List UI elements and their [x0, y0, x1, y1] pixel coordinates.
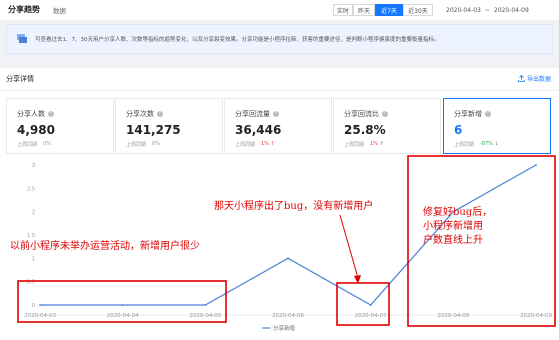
data-point [204, 304, 207, 306]
data-point [39, 304, 41, 306]
x-tick-label: 2020-04-05 [189, 313, 221, 319]
legend-label: 分享新增 [273, 324, 295, 332]
x-tick-label: 2020-04-03 [24, 313, 56, 319]
data-point [287, 257, 289, 260]
y-tick-label: 0 [32, 303, 35, 309]
share-new-users-chart: 00.511.522.532020-04-03 2020-04-04 2020-04… [17, 155, 556, 332]
annotation-right-line: 小程序新增用 [423, 221, 483, 232]
x-tick-label: 2020-04-06 [272, 313, 304, 319]
y-tick-label: 1.5 [27, 233, 35, 239]
y-tick-label: 1 [32, 256, 35, 262]
y-tick-label: 2.5 [27, 186, 35, 192]
data-point [535, 164, 537, 166]
annotation-left: 以前小程序未举办运营活动，新增用户很少 [10, 241, 200, 252]
x-tick-label: 2020-04-07 [355, 313, 387, 319]
data-point [121, 304, 124, 306]
annotation-arrow-line [339, 214, 359, 279]
x-tick-label: 2020-04-04 [107, 313, 139, 319]
annotation-middle: 那天小程序出了bug，没有新增用户 [214, 201, 374, 212]
annotation-right: 修复好bug后， 小程序新增用 户数直线上升 [423, 206, 492, 248]
x-tick-label: 2020-04-08 [437, 313, 469, 319]
y-tick-label: 3 [32, 163, 35, 169]
data-point [369, 304, 372, 306]
x-tick-label: 2020-04-09 [520, 313, 552, 319]
annotation-right-line: 修复好bug后， [423, 207, 493, 218]
y-tick-label: 2 [32, 210, 35, 216]
annotation-right-line: 户数直线上升 [423, 235, 483, 246]
